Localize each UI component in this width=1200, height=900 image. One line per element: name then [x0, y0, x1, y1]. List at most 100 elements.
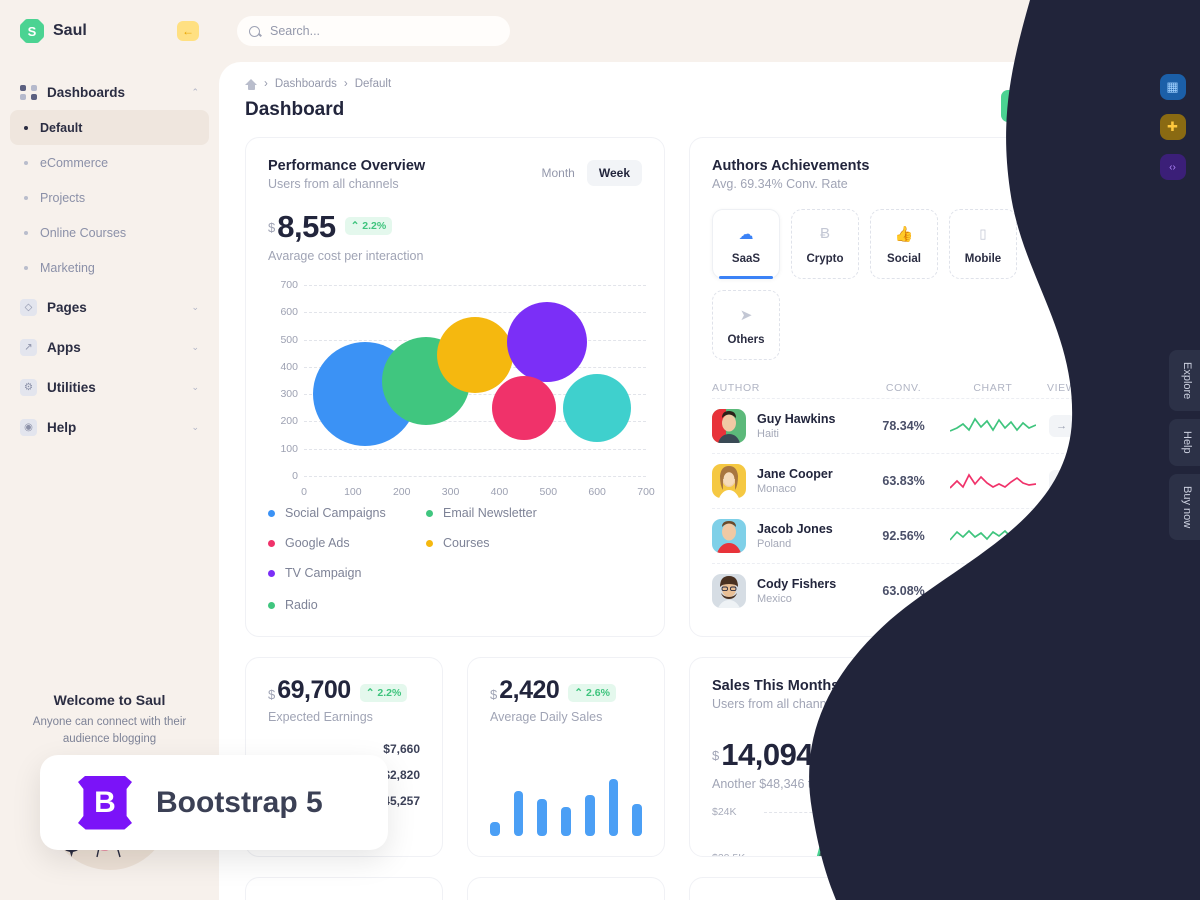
breadcrumb-item-dashboards[interactable]: Dashboards — [275, 78, 337, 90]
rail-tab-help[interactable]: Help — [1169, 419, 1200, 466]
sidebar-group-pages[interactable]: ◇ Pages ⌄ — [0, 289, 219, 325]
legend-item-radio[interactable]: Radio — [268, 598, 426, 612]
ellipsis-icon[interactable]: ⋯ — [1060, 158, 1086, 184]
bar[interactable] — [584, 795, 595, 836]
collapse-sidebar-icon[interactable]: ← — [177, 21, 199, 41]
metric-caption: Expected Earnings — [268, 710, 373, 724]
sidebar-item-ecommerce[interactable]: eCommerce — [10, 145, 209, 180]
table-row[interactable]: Guy Hawkins Haiti 78.34% → — [712, 398, 1084, 453]
y-axis-tick: 400 — [280, 360, 298, 373]
view-row-button[interactable]: → — [1048, 525, 1075, 547]
period-toggle: Month Week — [530, 160, 642, 186]
legend-item-tv-campaign[interactable]: TV Campaign — [268, 566, 426, 580]
authors-achievements-card: Authors Achievements Avg. 69.34% Conv. R… — [689, 137, 1107, 637]
tile-others[interactable]: ➤ Others — [712, 290, 780, 360]
view-row-button[interactable]: → — [1048, 415, 1075, 437]
sidebar-group-dashboards[interactable]: Dashboards ⌃ — [0, 74, 219, 110]
sidebar-item-marketing[interactable]: Marketing — [10, 250, 209, 285]
y-axis-tick: 100 — [280, 442, 298, 455]
home-icon[interactable] — [245, 78, 257, 90]
bubble-point[interactable] — [563, 374, 632, 443]
sidebar-item-label: Online Courses — [40, 225, 127, 240]
bar[interactable] — [632, 803, 643, 836]
sidebar-item-default[interactable]: Default — [10, 110, 209, 145]
view-row-button[interactable]: → — [1048, 580, 1075, 602]
x-axis-tick: 600 — [588, 486, 606, 498]
legend-item-social-campaigns[interactable]: Social Campaigns — [268, 506, 426, 520]
search-input[interactable]: Search... — [237, 16, 510, 46]
activity-icon[interactable]: ◴ — [1038, 18, 1064, 44]
sidebar-group-utilities[interactable]: ⚙ Utilities ⌄ — [0, 369, 219, 405]
sparkline — [946, 578, 1039, 604]
bootstrap-logo-icon: B — [78, 775, 132, 830]
calendar-add-icon[interactable]: ▦ — [1159, 74, 1186, 100]
table-row[interactable]: Jacob Jones Poland 92.56% → — [712, 508, 1084, 563]
sidebar-group-apps[interactable]: ↗ Apps ⌄ — [0, 329, 219, 365]
legend-item-courses[interactable]: Courses — [426, 536, 584, 550]
toggle-week[interactable]: Week — [586, 160, 642, 186]
author-location: Poland — [757, 538, 792, 550]
breakdown-value: $2,820 — [383, 768, 420, 782]
table-row[interactable]: Jane Cooper Monaco 63.83% → — [712, 453, 1084, 508]
right-rail: ▦ ✚ ‹› Explore Help Buy now — [1145, 0, 1200, 900]
rail-tabs: Explore Help Buy now — [1145, 350, 1200, 548]
legend-row: Social Campaigns Email Newsletter — [268, 506, 642, 520]
sidebar-item-label: Projects — [40, 190, 86, 205]
sidebar-item-label: Marketing — [40, 260, 95, 275]
breadcrumb-item-default[interactable]: Default — [355, 78, 391, 90]
ellipsis-icon[interactable]: ⋯ — [1060, 678, 1086, 704]
card-subtitle: Users from all channels — [712, 697, 843, 711]
status-badge: ⌃ 2.6% — [568, 684, 616, 702]
bubble-point[interactable] — [437, 316, 513, 393]
view-cell: → — [1039, 580, 1084, 602]
sidebar-item-online-courses[interactable]: Online Courses — [10, 215, 209, 250]
placeholder-card — [689, 877, 1107, 900]
code-icon[interactable]: ‹› — [1159, 154, 1186, 180]
author-cell: Cody Fishers Mexico — [712, 574, 861, 608]
table-row[interactable]: Cody Fishers Mexico 63.08% → — [712, 563, 1084, 618]
rail-tab-explore[interactable]: Explore — [1169, 350, 1200, 412]
currency-symbol: $ — [268, 220, 276, 235]
tile-crypto[interactable]: Ƀ Crypto — [791, 209, 859, 279]
sidebar-item-label: eCommerce — [40, 155, 109, 170]
authors-table-header: AUTHOR CONV. CHART VIEW — [712, 382, 1084, 398]
create-project-button[interactable]: Create Project — [1001, 90, 1106, 122]
bar[interactable] — [608, 778, 619, 836]
tile-social[interactable]: 👍 Social — [870, 209, 938, 279]
bar[interactable] — [490, 822, 500, 836]
sidebar-item-projects[interactable]: Projects — [10, 180, 209, 215]
tile-mobile[interactable]: ▯ Mobile — [949, 209, 1017, 279]
column-header-author: AUTHOR — [712, 382, 760, 394]
avatar[interactable] — [1114, 16, 1144, 46]
gridline — [304, 448, 646, 450]
bootstrap-logo-letter: B — [94, 785, 116, 819]
x-axis-tick: 700 — [637, 486, 655, 498]
notes-icon[interactable]: ≡ — [1076, 18, 1102, 44]
legend-item-email-newsletter[interactable]: Email Newsletter — [426, 506, 584, 520]
thumbs-up-icon: 👍 — [894, 225, 914, 243]
bubble-point[interactable] — [491, 376, 556, 441]
sidebar-group-help[interactable]: ◉ Help ⌄ — [0, 409, 219, 445]
sidebar-group-label: Apps — [47, 339, 81, 355]
bubble-chart: 0 100 200 300 400 500 600 700 0 100 200 300 400 500 60… — [268, 279, 654, 500]
tile-saas[interactable]: ☁ SaaS — [712, 209, 780, 279]
metric-caption: Average Daily Sales — [490, 710, 603, 724]
conversion-value: 63.83% — [882, 474, 925, 488]
view-row-button[interactable]: → — [1048, 470, 1075, 492]
bubble-point[interactable] — [507, 301, 588, 382]
card-subtitle: Avg. 69.34% Conv. Rate — [712, 177, 848, 191]
x-axis-tick: 0 — [301, 486, 307, 498]
plus-icon[interactable]: ✚ — [1159, 114, 1186, 140]
metric-value: 69,700 — [277, 676, 351, 704]
author-cell: Jane Cooper Monaco — [712, 464, 861, 498]
legend-item-google-ads[interactable]: Google Ads — [268, 536, 426, 550]
rail-tab-buy-now[interactable]: Buy now — [1169, 473, 1200, 541]
pages-icon: ◇ — [20, 298, 37, 316]
dashboard-grid-icon — [20, 84, 37, 101]
toggle-month[interactable]: Month — [530, 160, 587, 186]
status-badge: ⌃ 2.2% — [344, 217, 393, 235]
bar[interactable] — [513, 791, 524, 836]
author-location: Mexico — [757, 593, 792, 605]
bar[interactable] — [561, 807, 571, 836]
bar[interactable] — [537, 798, 548, 836]
